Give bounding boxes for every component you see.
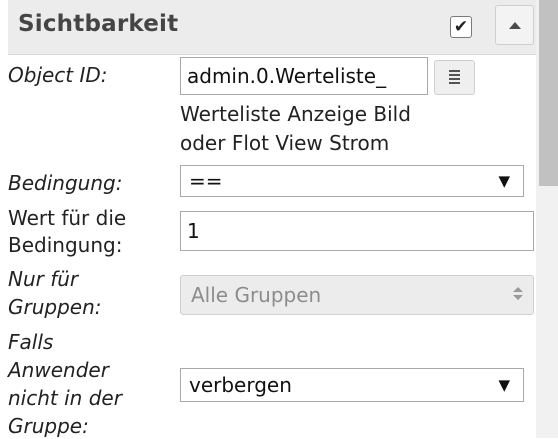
not-in-group-label-line4: Gruppe: <box>8 414 89 438</box>
document-list-icon <box>449 70 460 85</box>
section-title: Sichtbarkeit <box>18 11 179 37</box>
not-in-group-select[interactable]: verbergen ▼ <box>180 368 524 402</box>
collapse-button[interactable] <box>495 5 534 45</box>
groups-label-line2: Gruppen: <box>8 295 102 319</box>
object-description-line2: oder Flot View Strom <box>180 131 390 155</box>
not-in-group-select-value: verbergen <box>189 373 292 397</box>
object-id-input[interactable]: admin.0.Werteliste_ <box>180 57 428 95</box>
updown-arrows-icon <box>513 287 523 303</box>
object-description-line1: Werteliste Anzeige Bild <box>180 102 411 126</box>
not-in-group-label-line1: Falls <box>8 330 54 354</box>
condition-select-value: == <box>189 169 223 193</box>
condition-value-label-line1: Wert für die <box>8 206 127 230</box>
section-header: Sichtbarkeit ✔ <box>8 0 536 55</box>
triangle-up-icon <box>509 22 521 29</box>
condition-select[interactable]: == ▼ <box>180 165 524 197</box>
not-in-group-label-line3: nicht in der <box>8 386 122 410</box>
groups-label-line1: Nur für <box>8 267 79 291</box>
not-in-group-label-line2: Anwender <box>8 358 109 382</box>
object-id-label: Object ID: <box>8 63 108 87</box>
chevron-down-icon: ▼ <box>498 376 510 394</box>
condition-label: Bedingung: <box>8 171 123 195</box>
condition-value-label-line2: Bedingung: <box>8 233 123 257</box>
groups-select-value: Alle Gruppen <box>191 283 322 307</box>
groups-select[interactable]: Alle Gruppen <box>180 275 534 315</box>
visibility-checkbox[interactable]: ✔ <box>450 16 472 38</box>
chevron-down-icon: ▼ <box>498 172 510 190</box>
scrollbar-thumb[interactable] <box>539 0 558 186</box>
condition-value-input[interactable]: 1 <box>180 211 534 251</box>
select-object-button[interactable] <box>434 60 475 95</box>
